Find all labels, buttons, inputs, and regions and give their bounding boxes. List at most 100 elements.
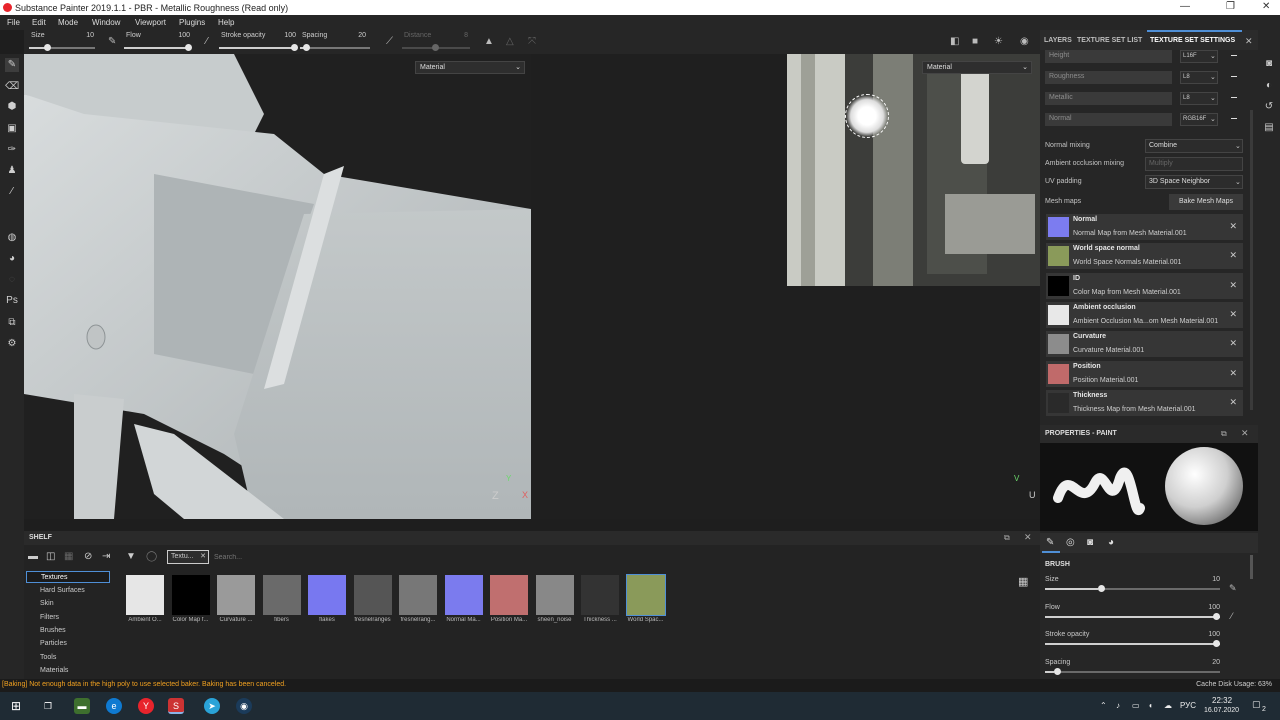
render-icon[interactable]: ☀ xyxy=(994,36,1003,47)
pen-pressure-icon[interactable]: ✎ xyxy=(108,36,116,47)
delete-icon[interactable]: ▦ xyxy=(64,551,73,562)
filter-tag-close-icon[interactable]: ✕ xyxy=(200,552,206,560)
remove-mesh-map-icon[interactable]: ✕ xyxy=(1229,368,1237,379)
brush-slider[interactable] xyxy=(1045,640,1220,647)
reset-filter-icon[interactable]: ◯ xyxy=(146,551,157,562)
substance-painter-taskbar-icon[interactable]: S xyxy=(168,698,184,714)
mesh-map-row[interactable]: Thickness Thickness Map from Mesh Materia… xyxy=(1046,389,1243,416)
flow-value[interactable]: 100 xyxy=(166,32,190,39)
minimize-icon[interactable]: — xyxy=(1180,1,1190,12)
tray-chevron-icon[interactable]: ⌃ xyxy=(1100,701,1107,710)
shelf-category-hard-surfaces[interactable]: Hard Surfaces xyxy=(26,585,110,597)
hide-icon[interactable]: ⊘ xyxy=(84,551,92,562)
normal-mixing-select[interactable]: Combine xyxy=(1145,139,1243,153)
clone-stamp-icon[interactable]: ♟ xyxy=(5,164,19,178)
brush-slider-value[interactable]: 10 xyxy=(1212,576,1220,583)
material-tab-icon[interactable]: ◎ xyxy=(1066,537,1075,548)
filter-icon[interactable]: ▼ xyxy=(126,551,136,562)
shelf-thumbnail[interactable] xyxy=(262,575,301,615)
menu-viewport[interactable]: Viewport xyxy=(135,18,166,27)
shelf-thumbnail[interactable] xyxy=(126,575,164,615)
file-explorer-icon[interactable]: ▬ xyxy=(74,698,90,714)
opacity-value[interactable]: 100 xyxy=(272,32,296,39)
new-folder-icon[interactable]: ◫ xyxy=(46,551,55,562)
alpha-tab-icon[interactable]: ◙ xyxy=(1087,537,1093,548)
eraser-icon[interactable]: ⌫ xyxy=(5,80,19,94)
shelf-category-particles[interactable]: Particles xyxy=(26,638,110,650)
flow-pressure-icon[interactable]: ⁄ xyxy=(206,36,208,47)
import-icon[interactable]: ⇥ xyxy=(102,551,110,562)
viewport-2d[interactable]: Material ⌄ V U xyxy=(531,54,1040,519)
log-icon[interactable]: ▤ xyxy=(1263,122,1275,134)
shelf-category-textures[interactable]: Textures xyxy=(26,571,110,583)
lazy-mouse-icon[interactable]: ⟋ xyxy=(386,36,393,47)
symmetry-icon[interactable]: ▲ xyxy=(484,36,494,47)
size-value[interactable]: 10 xyxy=(70,32,94,39)
brush-slider[interactable] xyxy=(1045,667,1220,675)
mesh-map-row[interactable]: Normal Normal Map from Mesh Material.001 ✕ xyxy=(1046,214,1243,240)
menu-help[interactable]: Help xyxy=(218,18,234,27)
clock-time[interactable]: 22:32 xyxy=(1212,696,1232,705)
uv-padding-select[interactable]: 3D Space Neighbor xyxy=(1145,175,1243,189)
filter-tag[interactable]: Textu... ✕ xyxy=(167,550,209,564)
camera-settings-icon[interactable]: ◙ xyxy=(1263,58,1275,70)
remove-mesh-map-icon[interactable]: ✕ xyxy=(1229,250,1237,261)
yandex-browser-icon[interactable]: Y xyxy=(138,698,154,714)
windows-start-icon[interactable]: ⊞ xyxy=(8,698,24,714)
polygon-fill-icon[interactable]: ▣ xyxy=(5,122,19,136)
shelf-category-skin[interactable]: Skin xyxy=(26,598,110,610)
mesh-map-row[interactable]: Position Position Material.001 ✕ xyxy=(1046,360,1243,387)
menu-edit[interactable]: Edit xyxy=(32,18,46,27)
shelf-thumbnail[interactable] xyxy=(171,575,210,615)
photoshop-export-icon[interactable]: Ps xyxy=(5,294,19,308)
cloud-icon[interactable]: ☁ xyxy=(1164,701,1172,710)
menu-window[interactable]: Window xyxy=(92,18,120,27)
pivot-icon[interactable]: ⤧ xyxy=(528,36,536,47)
shelf-search-input[interactable] xyxy=(214,551,414,564)
edge-browser-icon[interactable]: e xyxy=(106,698,122,714)
flow-slider[interactable] xyxy=(124,44,192,51)
tab-texture-set-list[interactable]: TEXTURE SET LIST xyxy=(1077,37,1142,44)
notifications-icon[interactable]: ▢ xyxy=(1252,699,1261,710)
projection-icon[interactable]: ⬢ xyxy=(5,100,19,114)
panel-scrollbar[interactable] xyxy=(1250,110,1253,410)
shelf-thumbnail[interactable] xyxy=(217,575,255,615)
mesh-map-row[interactable]: Ambient occlusion Ambient Occlusion Ma...… xyxy=(1046,301,1243,328)
history-icon[interactable]: ↺ xyxy=(1263,101,1275,113)
smudge-icon[interactable]: ✑ xyxy=(5,143,19,157)
remove-mesh-map-icon[interactable]: ✕ xyxy=(1229,221,1237,232)
iray-render-icon[interactable]: ◕ xyxy=(5,252,19,266)
viewport-3d[interactable]: Material ⌄ Y Z X xyxy=(24,54,531,519)
grid-view-icon[interactable]: ▦ xyxy=(1018,575,1028,588)
opacity-slider[interactable] xyxy=(219,44,298,51)
menu-file[interactable]: File xyxy=(7,18,20,27)
shelf-thumbnail[interactable] xyxy=(625,574,666,616)
remove-channel-icon[interactable] xyxy=(1231,76,1237,77)
shelf-close-icon[interactable]: ✕ xyxy=(1024,532,1032,543)
properties-close-icon[interactable]: ✕ xyxy=(1241,428,1249,439)
shelf-category-filters[interactable]: Filters xyxy=(26,612,110,624)
shelf-thumbnail[interactable] xyxy=(308,575,346,615)
brush-slider[interactable] xyxy=(1045,585,1220,592)
shelf-thumbnail[interactable] xyxy=(490,575,528,615)
brush-slider-value[interactable]: 20 xyxy=(1212,659,1220,666)
remove-channel-icon[interactable] xyxy=(1231,118,1237,119)
mesh-map-row[interactable]: World space normal World Space Normals Ma… xyxy=(1046,243,1243,270)
bake-mesh-maps-button[interactable]: Bake Mesh Maps xyxy=(1169,194,1243,210)
brush-slider-value[interactable]: 100 xyxy=(1208,631,1220,638)
shelf-thumbnail[interactable] xyxy=(581,575,619,615)
remove-channel-icon[interactable] xyxy=(1231,55,1237,56)
mesh-map-row[interactable]: Curvature Curvature Material.001 ✕ xyxy=(1046,331,1243,358)
shelf-thumbnail[interactable] xyxy=(444,575,483,615)
task-view-icon[interactable]: ❐ xyxy=(40,698,56,714)
spacing-value[interactable]: 20 xyxy=(342,32,366,39)
remove-channel-icon[interactable] xyxy=(1231,97,1237,98)
language-indicator[interactable]: РУС xyxy=(1180,701,1196,710)
remove-mesh-map-icon[interactable]: ✕ xyxy=(1229,397,1237,408)
brush-slider[interactable] xyxy=(1045,612,1220,620)
size-slider[interactable] xyxy=(29,44,95,51)
spacing-slider[interactable] xyxy=(300,44,370,51)
steam-icon[interactable]: ◉ xyxy=(236,698,252,714)
remove-mesh-map-icon[interactable]: ✕ xyxy=(1229,280,1237,291)
clock-date[interactable]: 16.07.2020 xyxy=(1204,707,1239,714)
